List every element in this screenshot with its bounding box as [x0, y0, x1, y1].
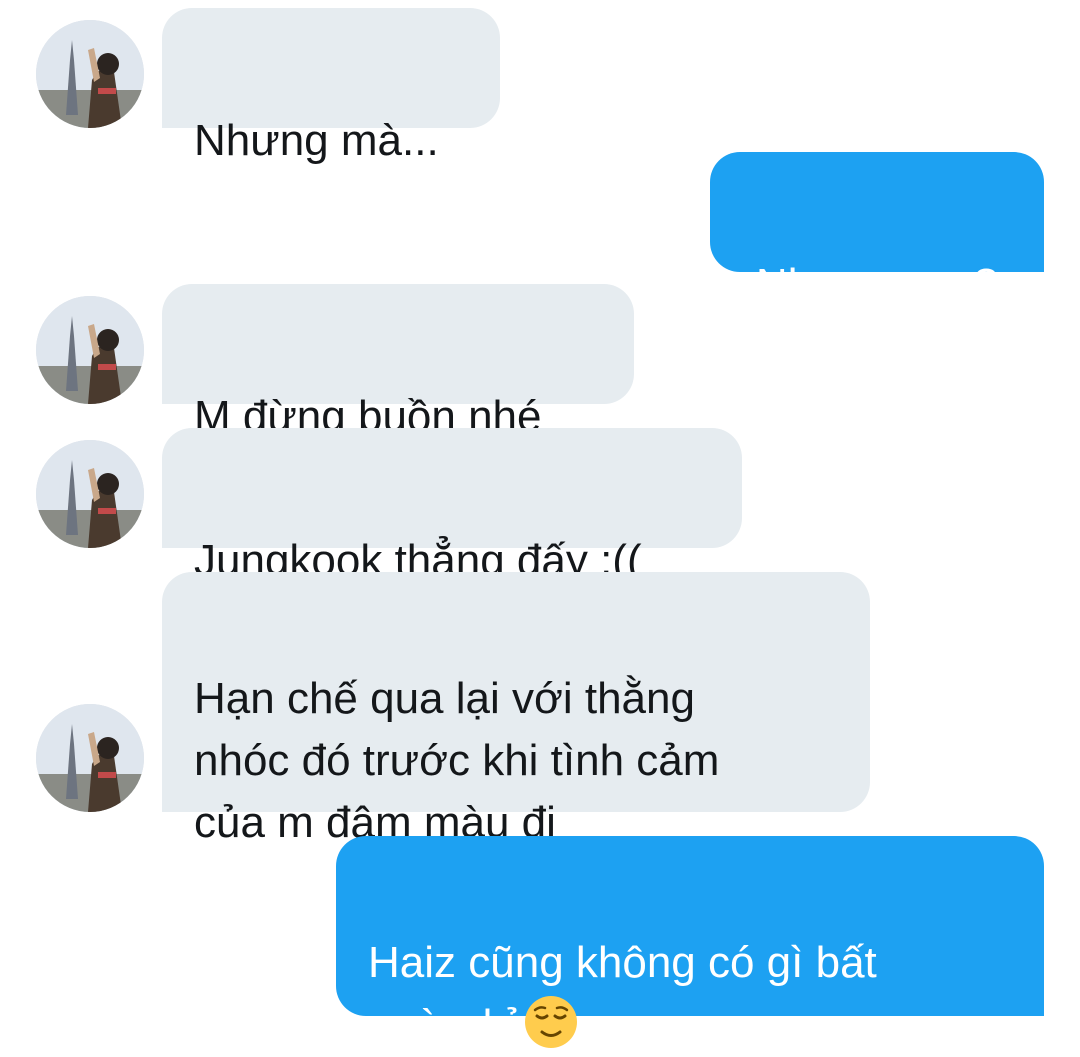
message-text: Hạn chế qua lại với thằng nhóc đó trước …: [194, 674, 720, 847]
message-bubble[interactable]: M đừng buồn nhé: [162, 284, 634, 441]
message-bubble[interactable]: Jungkook thẳng đấy :((: [162, 428, 742, 585]
message-text: Haiz cũng không có gì bất ngờ nhỉ: [368, 938, 877, 1050]
avatar-photo-icon: [36, 440, 144, 548]
avatar-photo-icon: [36, 20, 144, 128]
relieved-face-emoji-icon: [523, 994, 579, 1050]
sender-avatar[interactable]: [36, 704, 144, 812]
avatar-photo-icon: [36, 296, 144, 404]
message-bubble[interactable]: Haiz cũng không có gì bất ngờ nhỉ: [336, 836, 1044, 1050]
sender-avatar[interactable]: [36, 20, 144, 128]
avatar-photo-icon: [36, 704, 144, 812]
message-bubble[interactable]: Hạn chế qua lại với thằng nhóc đó trước …: [162, 572, 870, 847]
sender-avatar[interactable]: [36, 296, 144, 404]
message-text: Nhưng mà...: [194, 116, 439, 165]
sender-avatar[interactable]: [36, 440, 144, 548]
message-text: Nhưng sao?: [755, 260, 999, 309]
message-bubble[interactable]: Nhưng sao?: [710, 152, 1044, 309]
message-bubble[interactable]: Nhưng mà...: [162, 8, 500, 165]
